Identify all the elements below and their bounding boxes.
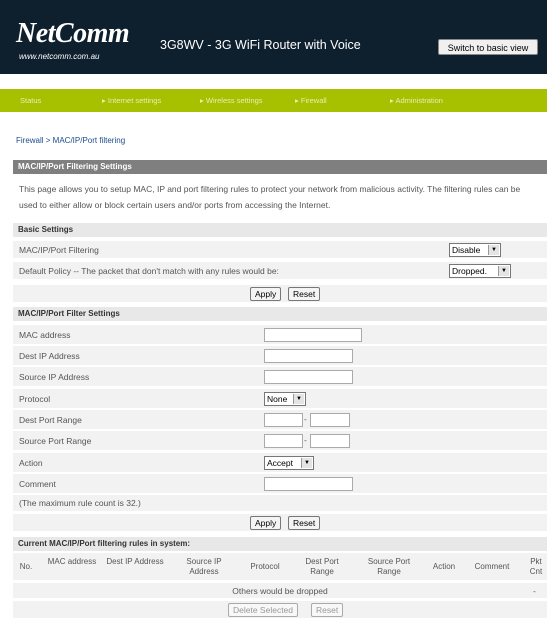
source-ip-label: Source IP Address [19,372,90,382]
chevron-down-icon: ▼ [488,245,499,255]
others-pkt-cnt: - [533,586,536,596]
policy-select[interactable]: Dropped. ▼ [449,264,511,278]
col-pkt-cnt: Pkt Cnt [529,557,543,576]
source-ip-input[interactable] [264,370,353,384]
dest-port-end-input[interactable] [310,413,350,427]
filtering-select[interactable]: Disable ▼ [449,243,501,257]
others-row: Others would be dropped - [13,583,547,599]
protocol-select[interactable]: None ▼ [264,392,306,406]
protocol-label: Protocol [19,394,51,404]
nav-administration[interactable]: ▸ Administration [390,89,443,112]
filter-reset-button[interactable]: Reset [288,516,321,530]
chevron-down-icon: ▼ [498,266,509,276]
comment-row: Comment [13,474,547,494]
dest-port-start-input[interactable] [264,413,303,427]
col-dest-port: Dest Port Range [305,557,339,576]
netcomm-logo: NetComm [16,18,130,49]
settings-title: MAC/IP/Port Filtering Settings [13,160,547,174]
rules-title: Current MAC/IP/Port filtering rules in s… [13,537,547,551]
filtering-row: MAC/IP/Port Filtering Disable ▼ [13,241,547,259]
range-dash: - [304,414,307,424]
comment-label: Comment [19,479,56,489]
action-select[interactable]: Accept ▼ [264,456,314,470]
logo-url: www.netcomm.com.au [19,52,100,61]
rules-table-header: No. MAC address Dest IP Address Source I… [13,553,547,581]
nav-status[interactable]: Status [20,89,41,112]
basic-settings-title: Basic Settings [13,223,547,237]
col-protocol: Protocol [250,562,280,571]
col-dest-ip: Dest IP Address [106,557,164,566]
product-title: 3G8WV - 3G WiFi Router with Voice [160,38,361,52]
action-row: Action Accept ▼ [13,453,547,473]
col-source-ip: Source IP Address [186,557,222,576]
basic-apply-button[interactable]: Apply [250,287,282,301]
chevron-down-icon: ▼ [301,458,312,468]
dest-ip-input[interactable] [264,349,353,363]
max-rule-row: (The maximum rule count is 32.) [13,495,547,512]
col-source-port: Source Port Range [367,557,411,576]
col-mac: MAC address [47,557,97,566]
delete-selected-button[interactable]: Delete Selected [228,603,299,617]
col-action: Action [432,562,456,571]
source-port-start-input[interactable] [264,434,303,448]
protocol-row: Protocol None ▼ [13,389,547,409]
header-banner: NetComm www.netcomm.com.au 3G8WV - 3G Wi… [0,0,547,74]
nav-wireless-settings[interactable]: ▸ Wireless settings [200,89,263,112]
max-rule-note: (The maximum rule count is 32.) [19,498,141,508]
filter-buttons-row: Apply Reset [13,514,547,532]
switch-basic-view-button[interactable]: Switch to basic view [438,39,538,55]
dest-port-row: Dest Port Range - [13,410,547,430]
dest-ip-row: Dest IP Address [13,346,547,366]
settings-description: This page allows you to setup MAC, IP an… [19,184,521,210]
rules-reset-button[interactable]: Reset [311,603,344,617]
action-label: Action [19,458,43,468]
rules-buttons-row: Delete Selected Reset [13,601,547,619]
nav-firewall[interactable]: ▸ Firewall [295,89,327,112]
mac-label: MAC address [19,330,71,340]
range-dash: - [304,435,307,445]
mac-address-input[interactable] [264,328,362,342]
filter-apply-button[interactable]: Apply [250,516,282,530]
breadcrumb[interactable]: Firewall > MAC/IP/Port filtering [16,136,125,145]
source-port-row: Source Port Range - [13,431,547,451]
col-no: No. [19,562,33,571]
main-nav: Status ▸ Internet settings ▸ Wireless se… [0,89,547,112]
dest-port-label: Dest Port Range [19,415,82,425]
filtering-label: MAC/IP/Port Filtering [19,245,99,255]
source-port-end-input[interactable] [310,434,350,448]
policy-row: Default Policy -- The packet that don't … [13,262,547,280]
nav-internet-settings[interactable]: ▸ Internet settings [102,89,161,112]
chevron-down-icon: ▼ [293,394,304,404]
basic-buttons-row: Apply Reset [13,285,547,303]
policy-label: Default Policy -- The packet that don't … [19,266,279,276]
others-dropped-text: Others would be dropped [232,586,328,596]
dest-ip-label: Dest IP Address [19,351,80,361]
source-port-label: Source Port Range [19,436,92,446]
source-ip-row: Source IP Address [13,367,547,387]
basic-reset-button[interactable]: Reset [288,287,321,301]
comment-input[interactable] [264,477,353,491]
col-comment: Comment [474,562,510,571]
mac-row: MAC address [13,325,547,345]
filter-settings-title: MAC/IP/Port Filter Settings [13,307,547,321]
